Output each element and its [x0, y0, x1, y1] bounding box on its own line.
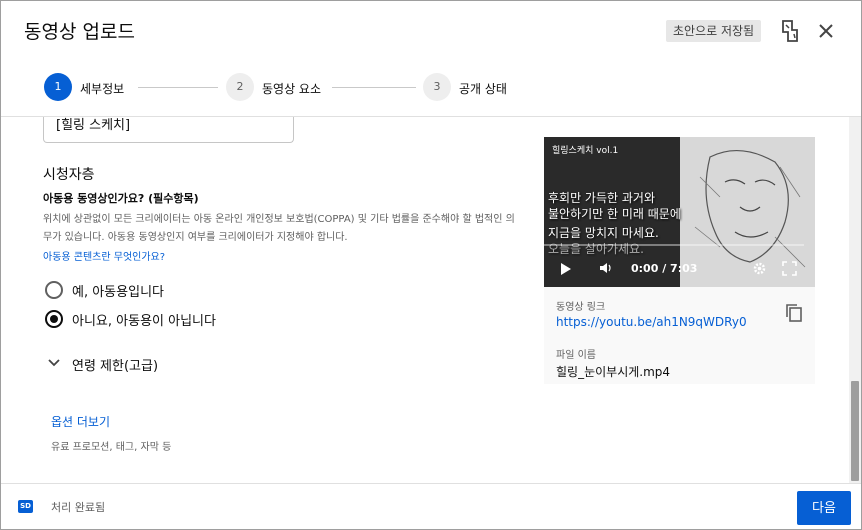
next-button[interactable]: 다음	[797, 491, 851, 525]
step-2-label[interactable]: 동영상 요소	[262, 80, 321, 97]
step-divider	[138, 87, 218, 88]
more-options-button[interactable]: 옵션 더보기	[51, 413, 110, 430]
dialog-header: 동영상 업로드 초안으로 저장됨	[1, 1, 861, 59]
playlist-dropdown[interactable]: [힐링 스케치]	[43, 117, 294, 143]
upload-dialog: 동영상 업로드 초안으로 저장됨 1 세부정보 2 동영상 요소 3 공개 상태…	[0, 0, 862, 530]
video-progress-bar[interactable]	[544, 244, 804, 246]
play-icon[interactable]	[560, 262, 572, 276]
radio-yes-label[interactable]: 예, 아동용입니다	[72, 281, 164, 300]
processing-status: 처리 완료됨	[51, 501, 106, 514]
video-link[interactable]: https://youtu.be/ah1N9qWDRy0	[556, 315, 747, 329]
step-2-circle[interactable]: 2	[226, 73, 254, 101]
coppa-description: 위치에 상관없이 모든 크리에이터는 아동 온라인 개인정보 보호법(COPPA…	[43, 214, 515, 243]
volume-icon[interactable]	[599, 261, 613, 275]
upload-stepper: 1 세부정보 2 동영상 요소 3 공개 상태	[1, 59, 861, 117]
draft-saved-badge: 초안으로 저장됨	[666, 20, 762, 42]
video-time: 0:00 / 7:03	[631, 262, 698, 275]
video-link-label: 동영상 링크	[556, 302, 606, 313]
step-3-circle[interactable]: 3	[423, 73, 451, 101]
kids-content-link[interactable]: 아동용 콘텐츠란 무엇인가요?	[43, 248, 165, 263]
video-title: 힐링스케치 vol.1	[552, 146, 619, 156]
sd-quality-icon: SD	[18, 500, 33, 513]
settings-gear-icon[interactable]	[752, 261, 767, 276]
feedback-icon[interactable]	[779, 19, 801, 43]
radio-made-for-kids-yes[interactable]	[45, 281, 63, 299]
fullscreen-icon[interactable]	[782, 261, 797, 276]
step-1-circle[interactable]: 1	[44, 73, 72, 101]
more-options-subtitle: 유료 프로모션, 태그, 자막 등	[51, 442, 172, 453]
made-for-kids-question: 아동용 동영상인가요? (필수항목)	[43, 192, 199, 205]
scrollbar-thumb[interactable]	[851, 381, 859, 481]
video-caption: 오늘을 살아가세요.	[548, 242, 644, 256]
file-name-value: 힐링_눈이부시게.mp4	[556, 365, 671, 379]
chevron-down-icon[interactable]	[47, 355, 61, 369]
dialog-title: 동영상 업로드	[24, 21, 135, 43]
close-icon[interactable]	[815, 20, 837, 42]
radio-no-label[interactable]: 아니요, 아동용이 아닙니다	[72, 310, 216, 329]
dialog-footer: SD 처리 완료됨 다음	[1, 483, 861, 530]
video-caption: 지금을 망치지 마세요.	[548, 226, 659, 240]
details-form: [힐링 스케치] 시청자층 아동용 동영상인가요? (필수항목) 위치에 상관없…	[1, 117, 849, 483]
video-preview-card: 힐링스케치 vol.1 후회만 가득한 과거와 불안하기만 한 미래 때문에 지…	[544, 137, 815, 384]
playlist-value: [힐링 스케치]	[56, 118, 131, 133]
radio-made-for-kids-no[interactable]	[45, 310, 63, 328]
age-restriction-toggle[interactable]: 연령 제한(고급)	[72, 355, 158, 374]
video-caption: 불안하기만 한 미래 때문에	[548, 207, 681, 221]
file-name-label: 파일 이름	[556, 350, 596, 361]
step-divider	[332, 87, 416, 88]
step-1-label[interactable]: 세부정보	[80, 80, 124, 97]
step-3-label[interactable]: 공개 상태	[459, 80, 507, 97]
audience-section-title: 시청자층	[43, 167, 95, 183]
copy-icon[interactable]	[784, 303, 804, 323]
video-player[interactable]: 힐링스케치 vol.1 후회만 가득한 과거와 불안하기만 한 미래 때문에 지…	[544, 137, 815, 287]
video-caption: 후회만 가득한 과거와	[548, 191, 655, 205]
